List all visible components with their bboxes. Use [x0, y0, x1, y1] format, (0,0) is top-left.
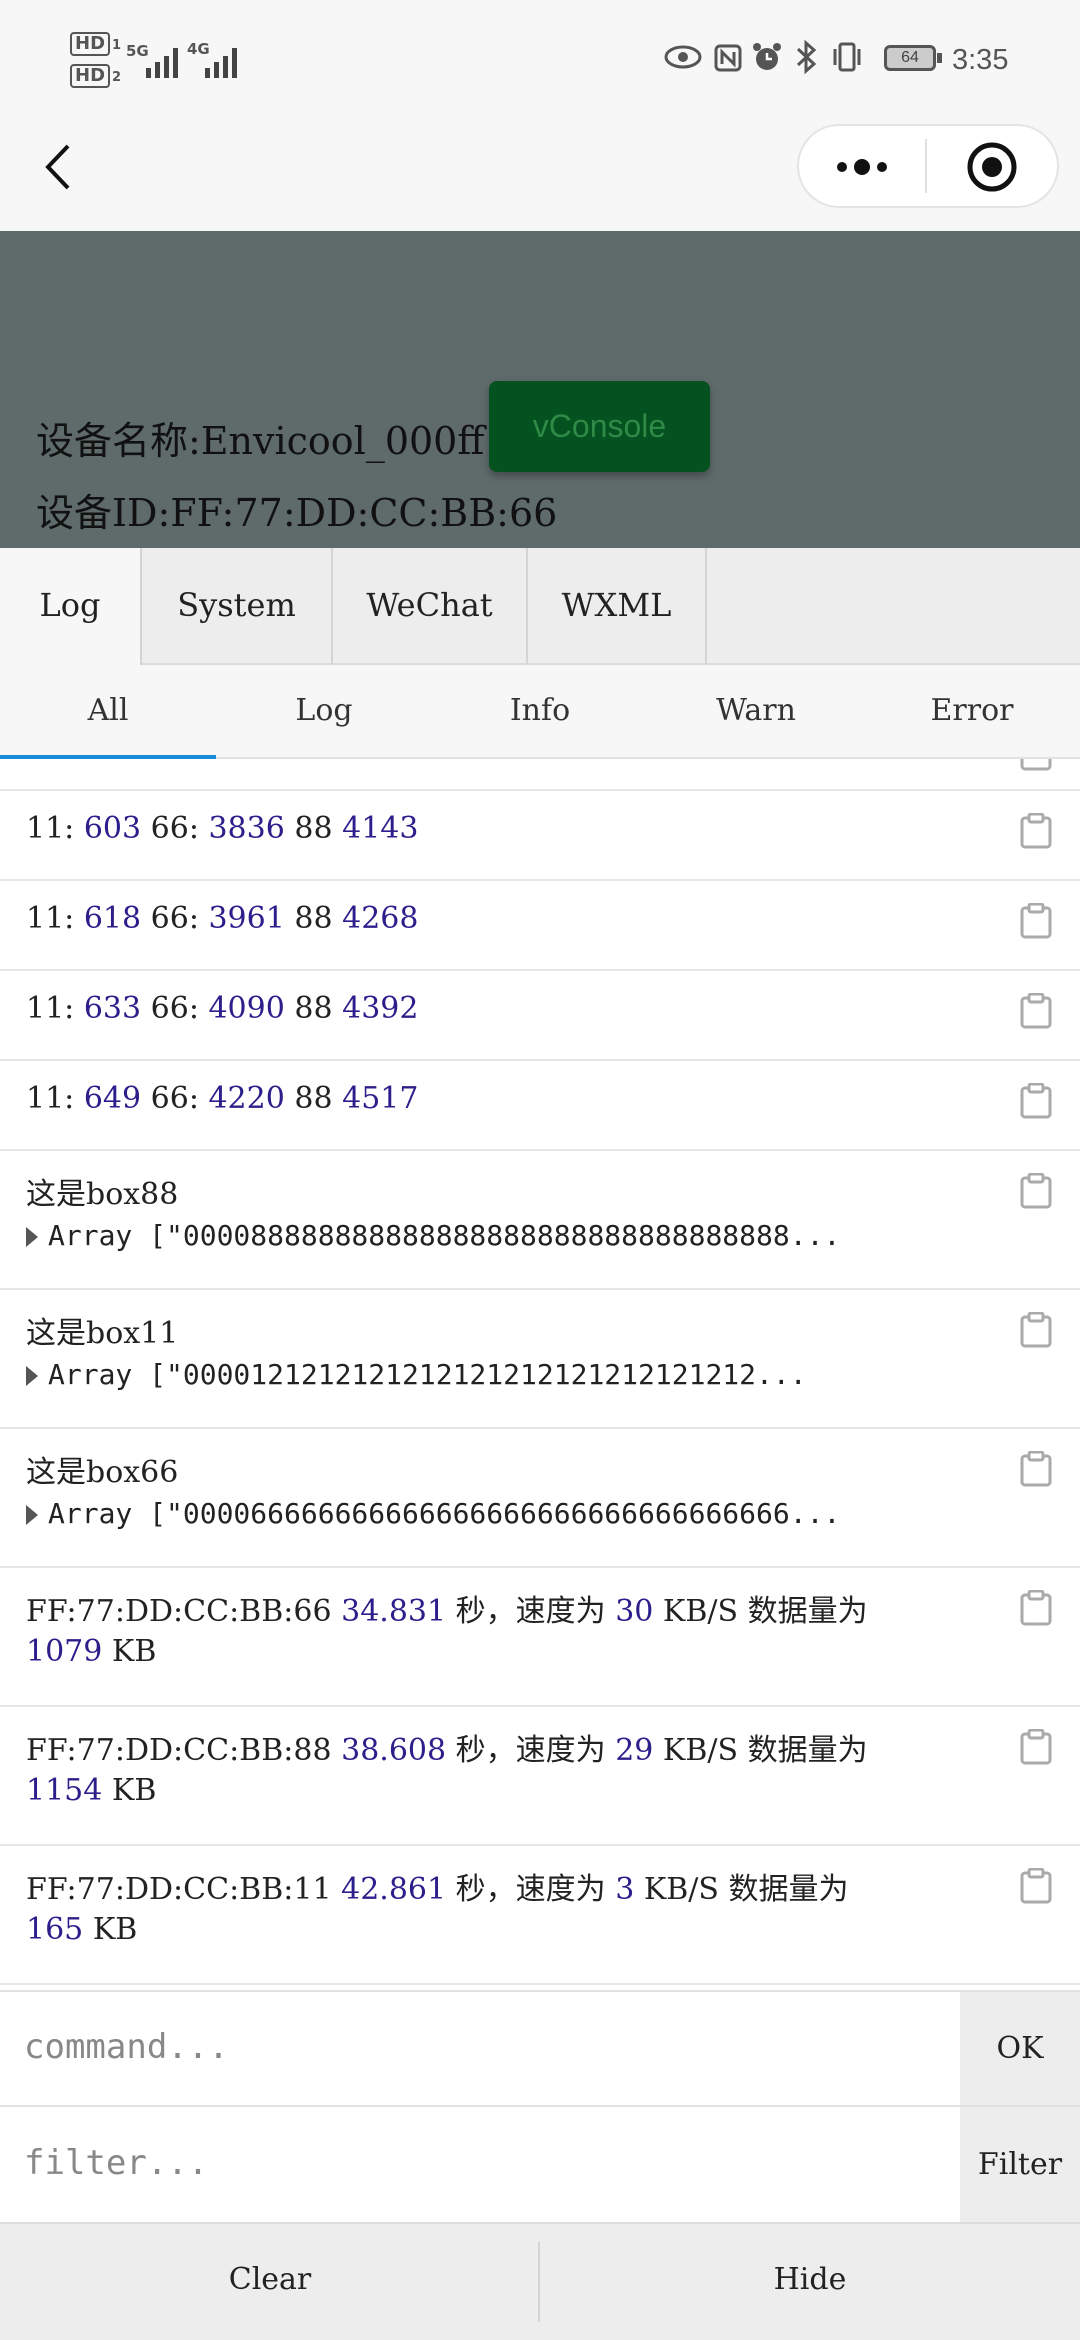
log-list[interactable]: 11: 603 66: 3836 88 4143 11: 618 66: 396… [0, 759, 1080, 1989]
tab-wechat[interactable]: WeChat [333, 548, 528, 665]
tab-wxml[interactable]: WXML [528, 548, 707, 665]
device-name-text: 设备名称:Envicool_000ff [36, 419, 485, 463]
signal-strength-1-icon [146, 46, 178, 78]
log-row-speed: FF:77:DD:CC:BB:11 42.861 秒，速度为 3 KB/S 数据… [0, 1846, 1080, 1985]
log-row-box: 这是box88 Array ["000088888888888888888888… [0, 1151, 1080, 1290]
copy-icon[interactable] [1020, 1312, 1052, 1348]
subtab-error[interactable]: Error [864, 665, 1080, 759]
subtab-warn[interactable]: Warn [648, 665, 864, 759]
subtab-info[interactable]: Info [432, 665, 648, 759]
log-row: 11: 603 66: 3836 88 4143 [0, 791, 1080, 881]
tab-system[interactable]: System [142, 548, 333, 665]
nfc-icon [714, 44, 742, 72]
sim1-hd-indicator: HD 1 [70, 32, 121, 56]
speed-line-1: FF:77:DD:CC:BB:11 42.861 秒，速度为 3 KB/S 数据… [26, 1872, 849, 1907]
copy-icon[interactable] [1020, 759, 1052, 771]
speed-line-2: 165 KB [26, 1912, 138, 1947]
log-row: 11: 649 66: 4220 88 4517 [0, 1061, 1080, 1151]
vibrate-icon [833, 42, 861, 72]
log-row-text: 11: 649 66: 4220 88 4517 [26, 1081, 419, 1116]
log-row-speed: FF:77:DD:CC:BB:66 34.831 秒，速度为 30 KB/S 数… [0, 1568, 1080, 1707]
command-ok-button[interactable]: OK [960, 1992, 1080, 2105]
signal-strength-2-icon [205, 46, 237, 78]
more-dots-icon[interactable] [834, 150, 890, 184]
log-box-title: 这是box11 [26, 1316, 179, 1351]
copy-icon[interactable] [1020, 1729, 1052, 1765]
log-array-preview[interactable]: Array ["00008888888888888888888888888888… [26, 1219, 840, 1252]
speed-line-2: 1154 KB [26, 1773, 157, 1808]
bluetooth-icon [796, 40, 817, 74]
log-row: 11: 618 66: 3961 88 4268 [0, 881, 1080, 971]
vconsole-button[interactable]: vConsole [489, 381, 710, 472]
log-row-speed: FF:77:DD:CC:BB:88 38.608 秒，速度为 29 KB/S 数… [0, 1707, 1080, 1846]
copy-icon[interactable] [1020, 1083, 1052, 1119]
chevron-left-icon[interactable] [40, 142, 76, 192]
log-row-text: 11: 618 66: 3961 88 4268 [26, 901, 419, 936]
log-row-text: 11: 603 66: 3836 88 4143 [26, 811, 419, 846]
copy-icon[interactable] [1020, 1868, 1052, 1904]
battery-tip [937, 53, 942, 63]
clear-button[interactable]: Clear [0, 2222, 540, 2340]
copy-icon[interactable] [1020, 1451, 1052, 1487]
clock-time: 3:35 [952, 44, 1009, 76]
log-row: 11: 633 66: 4090 88 4392 [0, 971, 1080, 1061]
log-array-preview[interactable]: Array ["00001212121212121212121212121212… [26, 1358, 807, 1391]
copy-icon[interactable] [1020, 1173, 1052, 1209]
expand-caret-icon[interactable] [26, 1505, 38, 1525]
log-row-box: 这是box66 Array ["000066666666666666666666… [0, 1429, 1080, 1568]
log-row-partial [0, 759, 1080, 791]
eye-icon [664, 45, 702, 69]
hide-button[interactable]: Hide [540, 2222, 1080, 2340]
speed-line-2: 1079 KB [26, 1634, 157, 1669]
copy-icon[interactable] [1020, 813, 1052, 849]
filter-button[interactable]: Filter [960, 2107, 1080, 2222]
copy-icon[interactable] [1020, 903, 1052, 939]
log-row-box: 这是box11 Array ["000012121212121212121212… [0, 1290, 1080, 1429]
copy-icon[interactable] [1020, 1590, 1052, 1626]
subtab-log[interactable]: Log [216, 665, 432, 759]
log-row-text: 11: 633 66: 4090 88 4392 [26, 991, 419, 1026]
device-id-text: 设备ID:FF:77:DD:CC:BB:66 [36, 491, 558, 535]
log-box-title: 这是box66 [26, 1455, 179, 1490]
log-array-preview[interactable]: Array ["00006666666666666666666666666666… [26, 1497, 840, 1530]
alarm-icon [753, 43, 781, 70]
filter-input[interactable]: filter... [24, 2143, 208, 2183]
copy-icon[interactable] [1020, 993, 1052, 1029]
tab-log[interactable]: Log [0, 548, 142, 665]
speed-line-1: FF:77:DD:CC:BB:66 34.831 秒，速度为 30 KB/S 数… [26, 1594, 868, 1629]
subtab-all[interactable]: All [0, 665, 216, 759]
expand-caret-icon[interactable] [26, 1227, 38, 1247]
command-input[interactable]: command... [24, 2027, 229, 2067]
log-box-title: 这是box88 [26, 1177, 179, 1212]
speed-line-1: FF:77:DD:CC:BB:88 38.608 秒，速度为 29 KB/S 数… [26, 1733, 868, 1768]
expand-caret-icon[interactable] [26, 1366, 38, 1386]
target-circle-icon[interactable] [966, 141, 1018, 193]
capsule-divider [925, 139, 927, 193]
sim2-hd-indicator: HD 2 [70, 64, 121, 88]
battery-icon: 64 [884, 45, 936, 71]
